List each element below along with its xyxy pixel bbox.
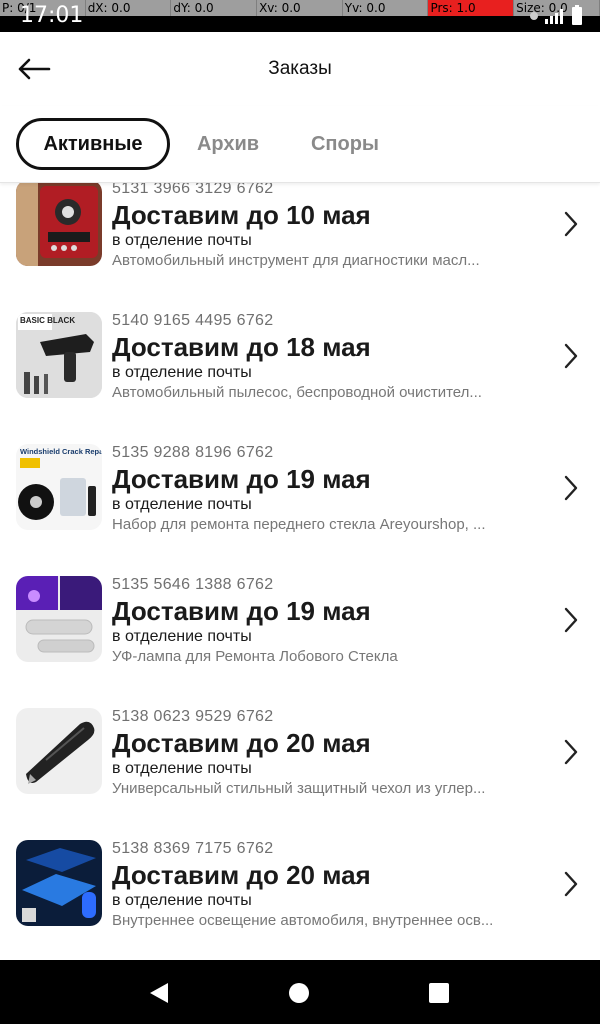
chevron-right-icon [564,871,578,897]
oil-tester-image [16,182,102,266]
product-name: УФ-лампа для Ремонта Лобового Стекла [112,648,398,665]
delivery-place: в отделение почты [112,496,252,513]
nav-back-button[interactable] [144,978,174,1008]
order-item[interactable]: BASIC BLACK 5140 9165 4495 6762 Доставим… [0,302,600,434]
windshield-kit-image: Windshield Crack Repair Kit [16,444,102,530]
chevron-right-icon [564,475,578,501]
chevron-right-icon [564,607,578,633]
debug-xv: Xv: 0.0 [257,0,343,16]
debug-yv: Yv: 0.0 [343,0,429,16]
car-vacuum-image: BASIC BLACK [16,312,102,398]
order-item[interactable]: 5135 5646 1388 6762 Доставим до 19 мая в… [0,566,600,698]
order-number: 5140 9165 4495 6762 [112,312,274,329]
debug-dy: dY: 0.0 [171,0,258,16]
battery-icon [572,5,582,25]
chevron-right-icon [564,211,578,237]
product-name: Универсальный стильный защитный чехол из… [112,780,486,797]
product-thumbnail: Windshield Crack Repair Kit [16,444,102,530]
interior-light-image [16,840,102,926]
delivery-place: в отделение почты [112,232,252,249]
delivery-date: Доставим до 10 мая [112,200,371,230]
thumb-kit-title: Windshield Crack Repair Kit [20,447,102,456]
delivery-date: Доставим до 19 мая [112,464,371,494]
order-number: 5131 3966 3129 6762 [112,182,274,197]
product-thumbnail: BASIC BLACK [16,312,102,398]
page-title: Заказы [268,58,332,79]
debug-dx: dX: 0.0 [86,0,172,16]
order-number: 5135 5646 1388 6762 [112,576,274,593]
status-time: 17:01 [20,3,84,28]
debug-pressure: Prs: 1.0 [428,0,515,16]
chevron-right-icon [564,739,578,765]
delivery-date: Доставим до 19 мая [112,596,371,626]
product-name: Автомобильный пылесос, беспроводной очис… [112,384,482,401]
order-number: 5138 8369 7175 6762 [112,840,274,857]
wifi-icon [530,12,538,20]
orders-list: 5131 3966 3129 6762 Доставим до 10 мая в… [0,182,600,960]
tab-archive[interactable]: Архив [184,118,272,170]
order-item[interactable]: 5131 3966 3129 6762 Доставим до 10 мая в… [0,182,600,302]
tab-disputes[interactable]: Споры [296,118,394,170]
nav-home-button[interactable] [284,978,314,1008]
order-item[interactable]: Windshield Crack Repair Kit 5135 9288 81… [0,434,600,566]
tab-active[interactable]: Активные [16,118,170,170]
status-icons [530,5,582,26]
handbrake-cover-image [16,708,102,794]
product-thumbnail [16,840,102,926]
navigation-bar [0,960,600,1024]
nav-recents-button[interactable] [424,978,454,1008]
delivery-place: в отделение почты [112,760,252,777]
product-thumbnail [16,576,102,662]
delivery-date: Доставим до 20 мая [112,860,371,890]
signal-icon [545,9,563,24]
order-tabs: Активные Архив Споры [0,106,600,183]
delivery-date: Доставим до 18 мая [112,332,371,362]
order-item[interactable]: 5138 8369 7175 6762 Доставим до 20 мая в… [0,830,600,960]
pointer-debug-overlay: P: 0/1 dX: 0.0 dY: 0.0 Xv: 0.0 Yv: 0.0 P… [0,0,600,16]
chevron-right-icon [564,343,578,369]
product-thumbnail [16,708,102,794]
app-header: Заказы [0,32,600,106]
delivery-place: в отделение почты [112,628,252,645]
order-item[interactable]: 5138 0623 9529 6762 Доставим до 20 мая в… [0,698,600,830]
delivery-place: в отделение почты [112,364,252,381]
delivery-place: в отделение почты [112,892,252,909]
product-name: Автомобильный инструмент для диагностики… [112,252,480,269]
status-bar: P: 0/1 dX: 0.0 dY: 0.0 Xv: 0.0 Yv: 0.0 P… [0,0,600,32]
uv-lamp-image [16,576,102,662]
order-number: 5135 9288 8196 6762 [112,444,274,461]
delivery-date: Доставим до 20 мая [112,728,371,758]
thumb-brand: BASIC BLACK [20,316,75,325]
product-name: Внутреннее освещение автомобиля, внутрен… [112,912,494,929]
product-thumbnail [16,182,102,266]
product-name: Набор для ремонта переднего стекла Areyo… [112,516,486,533]
order-number: 5138 0623 9529 6762 [112,708,274,725]
